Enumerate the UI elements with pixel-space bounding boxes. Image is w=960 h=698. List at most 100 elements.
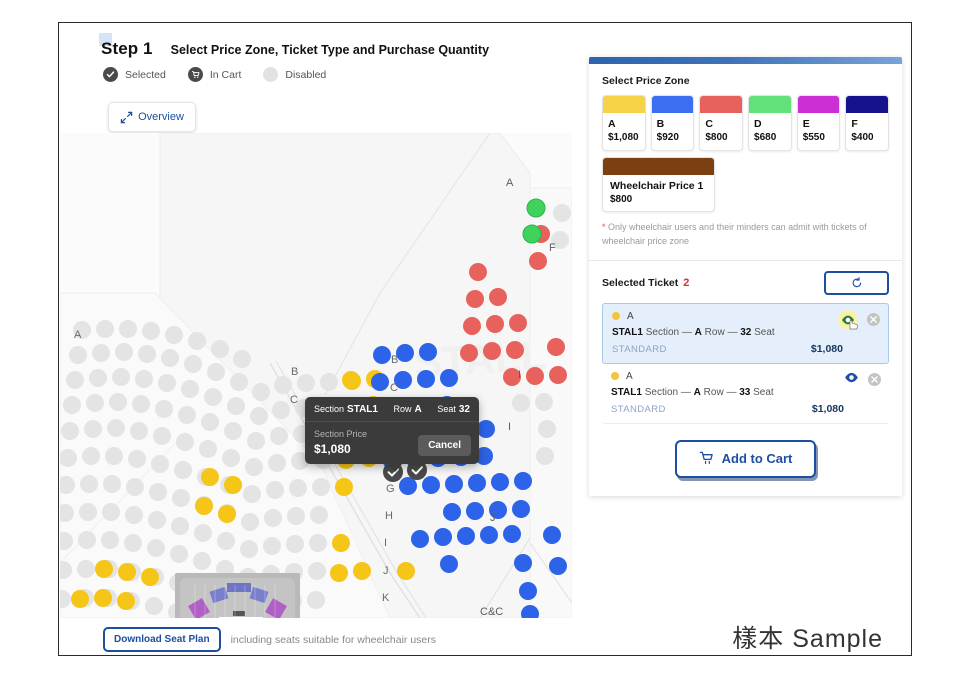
footer-row: Download Seat Plan including seats suita… <box>103 627 436 652</box>
overview-minimap[interactable] <box>175 573 300 618</box>
legend-label-in-cart: In Cart <box>209 68 242 81</box>
price-zone-list: A $1,080 B $920 C $800 D $680 E $550 F $… <box>602 95 890 151</box>
seat-tooltip-body: Section Price $1,080 Cancel <box>305 422 479 464</box>
cart-circle-icon <box>187 67 203 82</box>
close-circle-icon[interactable] <box>867 313 880 327</box>
svg-text:B: B <box>391 354 398 366</box>
zone-dot-icon <box>612 312 620 321</box>
ticket-section-word: Section <box>644 386 679 398</box>
ticket-zone-row: A <box>611 371 880 382</box>
cart-icon <box>699 450 714 468</box>
tooltip-price-label: Section Price <box>314 429 368 439</box>
ticket-row[interactable]: A STAL1 Section — A Row — 32 Seat STANDA… <box>602 302 889 364</box>
ticket-zone: A <box>626 370 633 382</box>
price-zone-wheelchair[interactable]: Wheelchair Price 1 $800 <box>602 156 715 212</box>
zone-price: $920 <box>656 132 679 144</box>
ticket-actions <box>838 309 880 330</box>
price-zone-e[interactable]: E $550 <box>796 95 841 151</box>
price-zone-b[interactable]: B $920 <box>650 95 695 151</box>
zone-name: D <box>754 118 762 130</box>
zone-swatch <box>700 96 743 113</box>
ticket-type: STANDARD <box>611 403 666 415</box>
ticket-type: STANDARD <box>612 343 667 355</box>
ticket-zone: A <box>627 310 634 322</box>
zone-price: $800 <box>705 132 728 144</box>
ticket-seat-word: Seat <box>753 386 774 398</box>
zone-swatch <box>749 96 791 113</box>
ticket-price: $1,080 <box>810 342 843 355</box>
step-header: Step 1 Select Price Zone, Ticket Type an… <box>101 39 489 59</box>
svg-text:C: C <box>290 394 298 406</box>
price-zone-f[interactable]: F $400 <box>845 95 890 151</box>
legend: Selected In Cart Disabled <box>103 67 326 82</box>
zone-name: Wheelchair Price 1 <box>610 179 704 192</box>
ticket-row[interactable]: A STAL1 Section — A Row — 33 Seat STANDA… <box>602 364 889 424</box>
zone-swatch <box>651 96 694 113</box>
svg-text:F: F <box>549 242 556 254</box>
ticket-type-price: STANDARD $1,080 <box>611 403 880 415</box>
ticket-row-value: A <box>693 386 701 398</box>
gray-circle-icon <box>263 67 279 82</box>
ticket-seat-value: 32 <box>740 326 752 338</box>
page-title: Select Price Zone, Ticket Type and Purch… <box>170 43 490 57</box>
ticket-actions <box>844 370 881 390</box>
zone-price: $800 <box>610 193 633 205</box>
sample-watermark: 樣本 Sample <box>732 619 883 655</box>
legend-label-disabled: Disabled <box>285 68 327 81</box>
step-label: Step 1 <box>101 39 153 58</box>
zone-price: $1,080 <box>608 132 639 144</box>
ticket-section: STAL1 <box>612 326 643 338</box>
ticket-price: $1,080 <box>811 402 844 415</box>
seat-tooltip[interactable]: Section STAL1 Row A Seat 32 Section Price $… <box>305 397 479 472</box>
zone-swatch <box>846 96 889 113</box>
refresh-button[interactable] <box>824 270 889 295</box>
legend-item-in-cart: In Cart <box>187 67 242 82</box>
selected-ticket-label: Selected Ticket <box>602 276 679 289</box>
svg-text:C: C <box>390 382 398 394</box>
overview-button-label: Overview <box>138 111 184 123</box>
zone-name: F <box>851 118 858 130</box>
tooltip-price-value: $1,080 <box>314 441 351 456</box>
price-zone-a[interactable]: A $1,080 <box>602 95 646 151</box>
zone-swatch <box>603 157 714 175</box>
svg-text:J: J <box>383 565 389 577</box>
panel-accent-bar <box>589 57 902 64</box>
zone-name: A <box>608 118 616 130</box>
ticket-row-value: A <box>694 326 702 338</box>
ticket-section: STAL1 <box>611 386 642 398</box>
zone-price: $400 <box>851 132 874 144</box>
svg-text:A: A <box>506 177 514 189</box>
svg-text:B: B <box>291 366 298 378</box>
sep: — <box>680 386 691 398</box>
svg-text:I: I <box>384 537 387 549</box>
ticket-type-price: STANDARD $1,080 <box>612 343 879 355</box>
svg-text:I: I <box>508 421 511 433</box>
price-zone-d[interactable]: D $680 <box>748 95 792 151</box>
zone-name: B <box>656 118 665 130</box>
overview-button[interactable]: Overview <box>108 102 196 132</box>
eye-icon[interactable] <box>844 370 859 390</box>
zone-price: $550 <box>802 132 825 144</box>
download-seat-plan-button[interactable]: Download Seat Plan <box>103 627 221 652</box>
add-to-cart-wrap: Add to Cart <box>589 424 902 496</box>
selected-ticket-header: Selected Ticket 2 <box>589 261 902 303</box>
sample-watermark-en: Sample <box>792 625 883 653</box>
download-note: including seats suitable for wheelchair … <box>230 633 437 646</box>
note-text: Only wheelchair users and their minders … <box>602 221 867 246</box>
sep: — <box>726 386 737 398</box>
close-circle-icon[interactable] <box>868 373 881 387</box>
price-zone-c[interactable]: C $800 <box>699 95 744 151</box>
svg-text:G: G <box>386 483 395 495</box>
seat-map-canvas[interactable]: STALL A B C G H I J K B C A F I I J C&C <box>60 133 572 618</box>
tooltip-arrow <box>387 462 403 472</box>
expand-arrows-icon <box>120 111 133 124</box>
svg-text:J: J <box>490 512 496 524</box>
tooltip-seat: Seat 32 <box>437 404 470 415</box>
selected-ticket-count: 2 <box>683 276 690 289</box>
tooltip-cancel-button[interactable]: Cancel <box>418 434 471 456</box>
seat-map[interactable]: STALL A B C G H I J K B C A F I I J C&C … <box>60 133 572 618</box>
add-to-cart-button[interactable]: Add to Cart <box>674 439 817 478</box>
svg-text:I: I <box>518 369 521 381</box>
selected-ticket-label-wrap: Selected Ticket 2 <box>602 277 689 289</box>
eye-icon[interactable] <box>838 309 858 330</box>
